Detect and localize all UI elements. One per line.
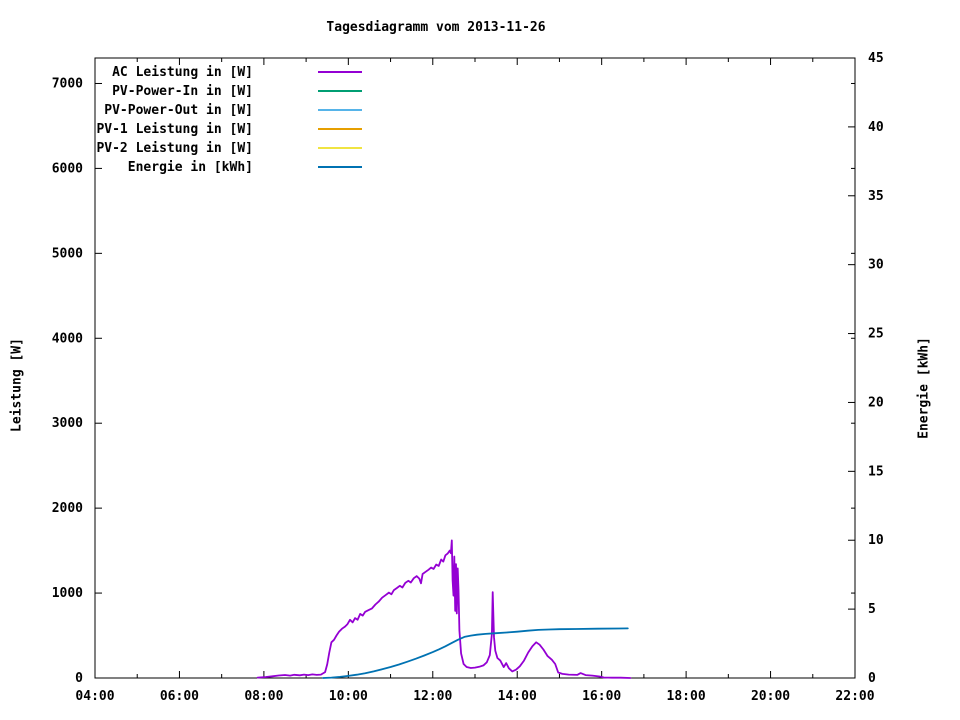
x-tick-label: 04:00 — [75, 689, 114, 704]
y-right-tick-label: 45 — [868, 51, 884, 66]
y-left-tick-label: 3000 — [52, 416, 83, 431]
y-right-tick-label: 20 — [868, 395, 884, 410]
y-right-tick-label: 5 — [868, 602, 876, 617]
x-tick-label: 22:00 — [835, 689, 874, 704]
y-right-tick-label: 30 — [868, 258, 884, 273]
legend-label: PV-Power-Out in [W] — [104, 103, 253, 118]
legend-label: Energie in [kWh] — [128, 160, 253, 175]
x-tick-label: 14:00 — [498, 689, 537, 704]
y-right-tick-label: 40 — [868, 120, 884, 135]
x-tick-label: 20:00 — [751, 689, 790, 704]
y-left-tick-label: 2000 — [52, 501, 83, 516]
x-tick-label: 06:00 — [160, 689, 199, 704]
y-right-tick-label: 25 — [868, 327, 884, 342]
y-left-tick-label: 6000 — [52, 161, 83, 176]
x-tick-label: 10:00 — [329, 689, 368, 704]
legend-label: PV-2 Leistung in [W] — [96, 141, 253, 156]
legend-label: AC Leistung in [W] — [112, 65, 253, 80]
y-right-tick-label: 35 — [868, 189, 884, 204]
x-tick-label: 12:00 — [413, 689, 452, 704]
series-line — [323, 628, 628, 678]
y-right-tick-label: 15 — [868, 464, 884, 479]
series-line — [258, 540, 631, 678]
legend-label: PV-Power-In in [W] — [112, 84, 253, 99]
y-left-tick-label: 7000 — [52, 76, 83, 91]
y-left-tick-label: 0 — [75, 671, 83, 686]
y-left-tick-label: 5000 — [52, 246, 83, 261]
legend-label: PV-1 Leistung in [W] — [96, 122, 253, 137]
x-tick-label: 18:00 — [667, 689, 706, 704]
plot-canvas: 04:00 06:00 08:00 10:00 12:00 14:00 16:00 18:00… — [0, 0, 960, 720]
x-tick-label: 16:00 — [582, 689, 621, 704]
y-right-tick-label: 0 — [868, 671, 876, 686]
x-tick-label: 08:00 — [244, 689, 283, 704]
y-left-tick-label: 1000 — [52, 586, 83, 601]
daily-pv-chart-page: Tagesdiagramm vom 2013-11-26 Leistung [W… — [0, 0, 960, 720]
y-right-tick-label: 10 — [868, 533, 884, 548]
y-left-tick-label: 4000 — [52, 331, 83, 346]
